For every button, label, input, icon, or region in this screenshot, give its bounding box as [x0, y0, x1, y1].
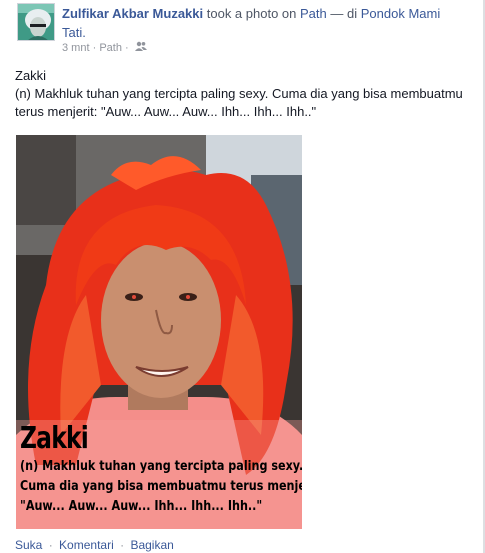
meta-separator: · — [125, 42, 129, 55]
app-link[interactable]: Path — [300, 6, 327, 21]
post-meta: 3 mnt · Path · — [62, 41, 147, 55]
author-avatar[interactable] — [17, 3, 55, 41]
post-header: Zulfikar Akbar Muzakki took a photo on P… — [62, 4, 467, 42]
action-verb: took a photo on — [206, 6, 297, 21]
timestamp[interactable]: 3 mnt — [62, 42, 90, 54]
photo-caption-line-1: (n) Makhluk tuhan yang tercipta paling s… — [20, 459, 302, 474]
share-link[interactable]: Bagikan — [130, 538, 173, 552]
post-actions: Suka · Komentari · Bagikan — [15, 538, 174, 552]
via-app[interactable]: Path — [99, 42, 122, 54]
place-prefix: — di — [330, 6, 358, 21]
post-body: Zakki (n) Makhluk tuhan yang tercipta pa… — [15, 67, 470, 121]
friends-icon[interactable] — [134, 41, 147, 55]
action-separator: · — [120, 538, 125, 552]
post-text-body: (n) Makhluk tuhan yang tercipta paling s… — [15, 86, 463, 119]
post-text-title: Zakki — [15, 68, 47, 83]
comment-link[interactable]: Komentari — [59, 538, 114, 552]
meta-separator: · — [92, 42, 97, 55]
photo-caption-line-3: "Auw... Auw... Auw... Ihh... Ihh... Ihh.… — [20, 499, 263, 514]
photo-caption-title: Zakki — [20, 421, 89, 456]
post-photo[interactable]: Zakki (n) Makhluk tuhan yang tercipta pa… — [16, 135, 302, 529]
action-separator: · — [48, 538, 53, 552]
photo-caption-line-2: Cuma dia yang bisa membuatmu terus menje… — [20, 479, 302, 494]
author-name[interactable]: Zulfikar Akbar Muzakki — [62, 6, 203, 21]
like-link[interactable]: Suka — [15, 538, 42, 552]
